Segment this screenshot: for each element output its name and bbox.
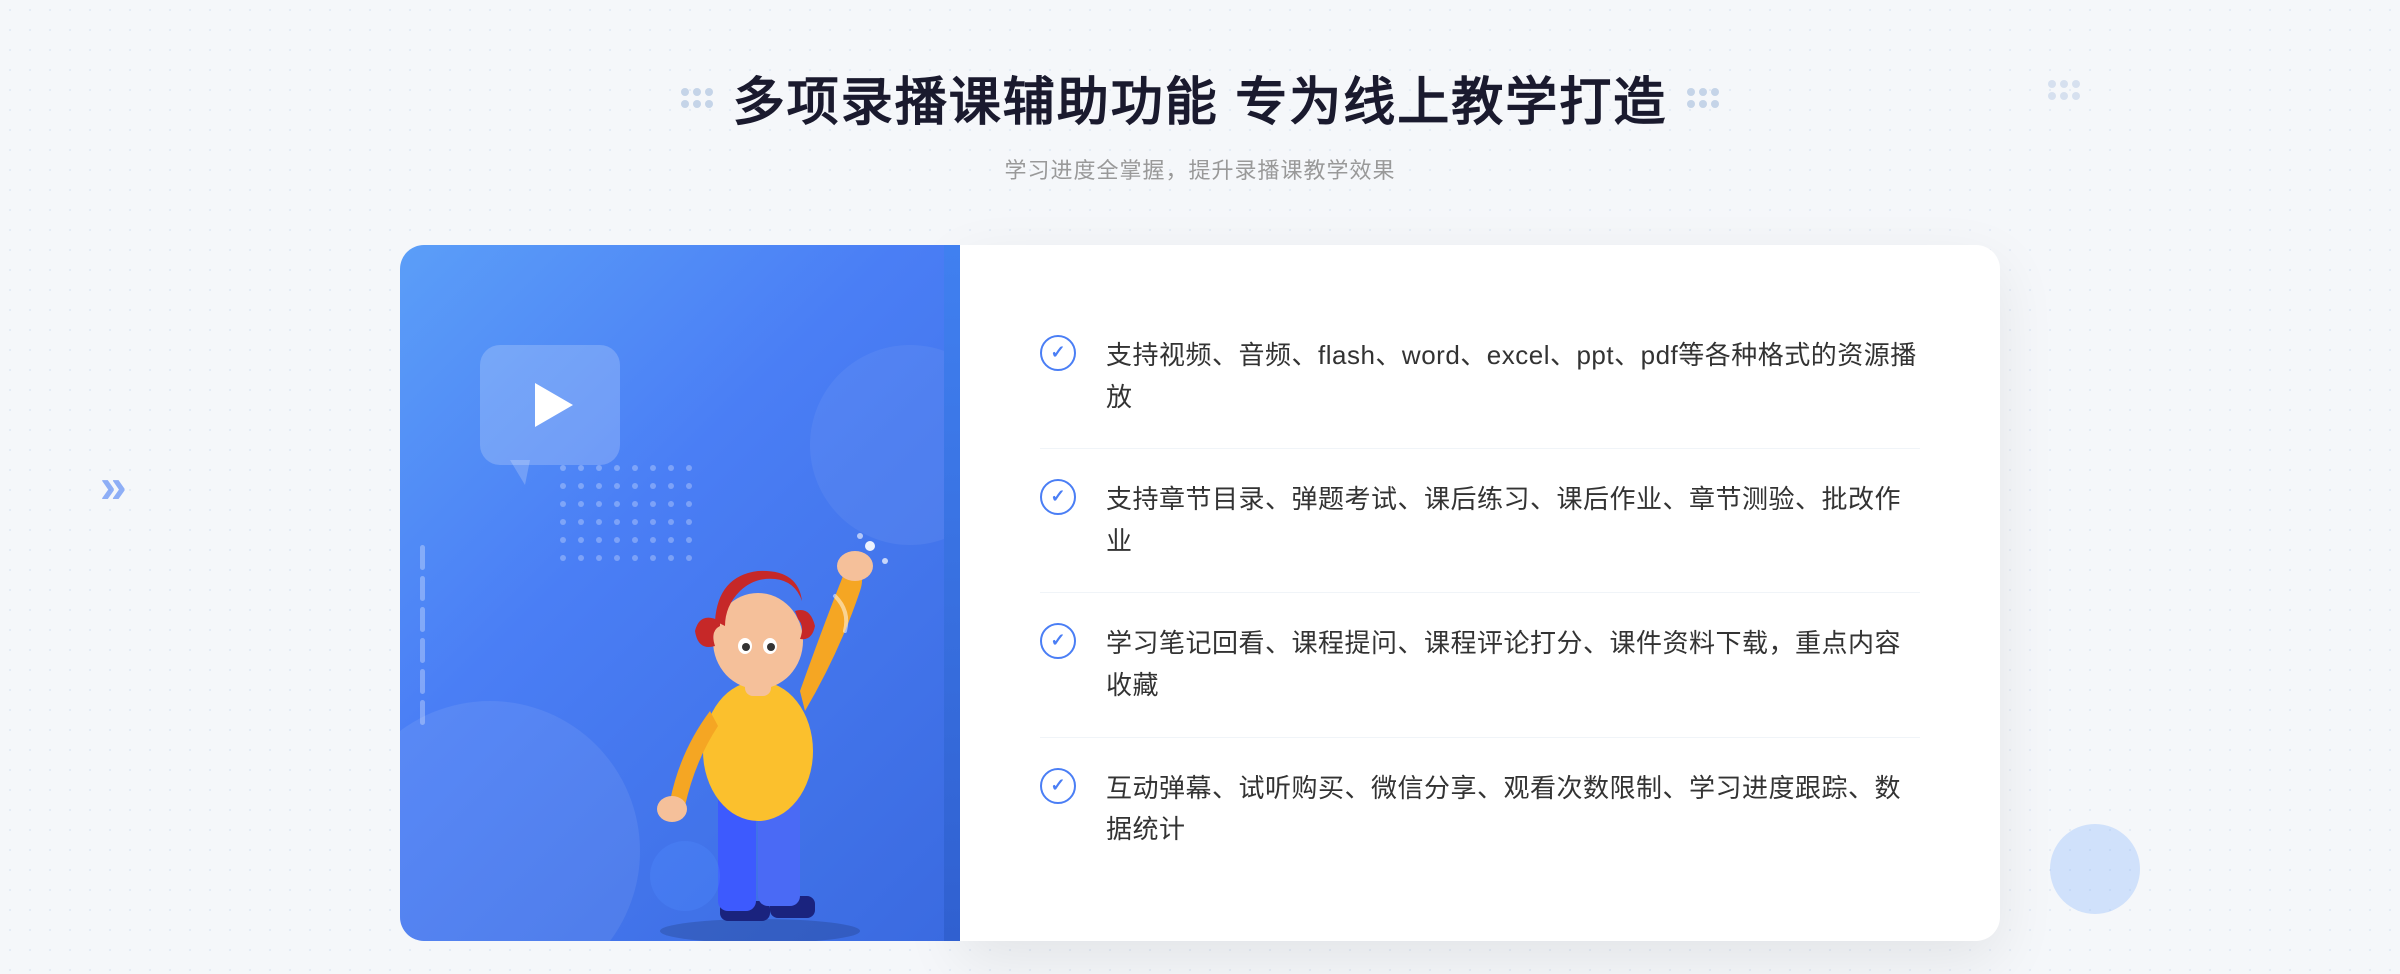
check-icon-3: ✓ <box>1040 623 1076 659</box>
left-chevrons-icon: » <box>100 460 127 515</box>
play-icon <box>535 383 573 427</box>
subtitle: 学习进度全掌握，提升录播课教学效果 <box>1004 153 1395 185</box>
check-icon-1: ✓ <box>1040 335 1076 371</box>
right-feature-panel: ✓ 支持视频、音频、flash、word、excel、ppt、pdf等各种格式的… <box>960 245 2000 941</box>
title-decorator-left <box>681 88 713 108</box>
dot-grid-left <box>681 88 713 108</box>
feature-item-4: ✓ 互动弹幕、试听购买、微信分享、观看次数限制、学习进度跟踪、数据统计 <box>1040 738 1920 881</box>
left-illustration-card <box>400 245 960 941</box>
person-illustration <box>600 391 920 941</box>
main-title: 多项录播课辅助功能 专为线上教学打造 <box>733 60 1667 135</box>
blue-stripe-accent <box>944 245 960 941</box>
feature-item-1: ✓ 支持视频、音频、flash、word、excel、ppt、pdf等各种格式的… <box>1040 305 1920 449</box>
check-icon-2: ✓ <box>1040 479 1076 515</box>
page-wrapper: 多项录播课辅助功能 专为线上教学打造 学习进度全掌握，提升录播课教学效果 <box>0 0 2400 974</box>
bottom-circle-decoration <box>650 841 720 911</box>
play-bubble <box>480 345 620 465</box>
feature-item-2: ✓ 支持章节目录、弹题考试、课后练习、课后作业、章节测验、批改作业 <box>1040 449 1920 593</box>
feature-text-3: 学习笔记回看、课程提问、课程评论打分、课件资料下载，重点内容收藏 <box>1106 623 1920 706</box>
check-icon-4: ✓ <box>1040 768 1076 804</box>
feature-text-1: 支持视频、音频、flash、word、excel、ppt、pdf等各种格式的资源… <box>1106 335 1920 418</box>
feature-item-3: ✓ 学习笔记回看、课程提问、课程评论打分、课件资料下载，重点内容收藏 <box>1040 593 1920 737</box>
dot-grid-right <box>1687 88 1719 108</box>
header-section: 多项录播课辅助功能 专为线上教学打造 学习进度全掌握，提升录播课教学效果 <box>681 60 1719 185</box>
feature-text-2: 支持章节目录、弹题考试、课后练习、课后作业、章节测验、批改作业 <box>1106 479 1920 562</box>
content-area: ✓ 支持视频、音频、flash、word、excel、ppt、pdf等各种格式的… <box>400 245 2000 941</box>
title-decorator-right <box>1687 88 1719 108</box>
title-row: 多项录播课辅助功能 专为线上教学打造 <box>681 60 1719 135</box>
stripes-decoration <box>420 545 425 725</box>
feature-text-4: 互动弹幕、试听购买、微信分享、观看次数限制、学习进度跟踪、数据统计 <box>1106 768 1920 851</box>
